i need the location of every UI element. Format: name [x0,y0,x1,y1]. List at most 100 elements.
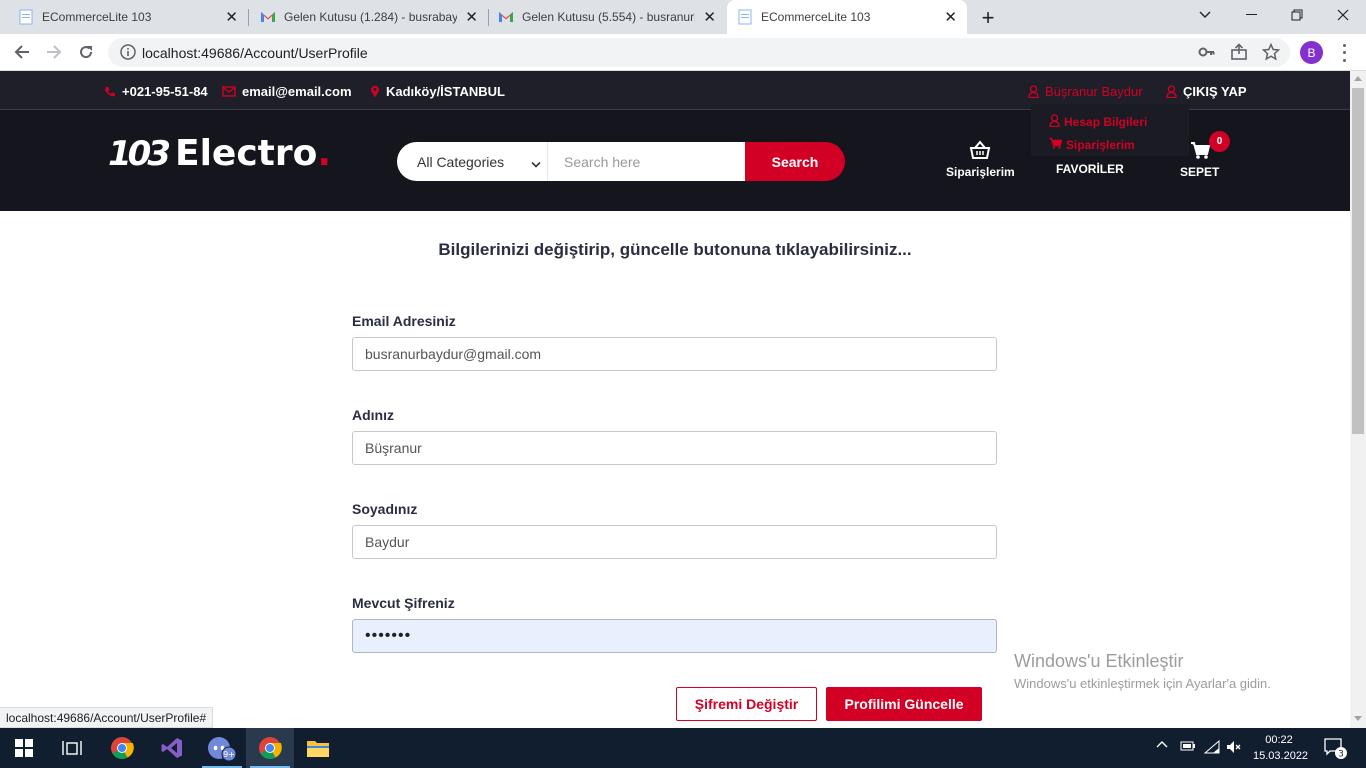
page-scrollbar[interactable] [1350,71,1366,728]
key-icon[interactable] [1198,43,1216,66]
page-icon [737,9,753,25]
chrome-active-icon[interactable] [246,728,294,768]
close-tab-icon[interactable]: ✕ [465,8,478,26]
logo-dot: . [317,133,332,174]
scroll-up-arrow[interactable] [1354,76,1362,81]
tab-title: ECommerceLite 103 [761,10,871,24]
browser-tab-active[interactable]: ECommerceLite 103 ✕ [727,0,967,34]
clock-date: 15.03.2022 [1253,750,1309,762]
notification-center-icon[interactable]: 3 [1324,738,1348,760]
profile-avatar[interactable]: B [1300,41,1323,64]
share-icon[interactable] [1230,43,1248,66]
clock-time: 00:22 [1265,734,1293,746]
search-button[interactable]: Search [745,142,845,181]
discord-icon[interactable]: 9+ [198,728,246,768]
current-password-field[interactable]: ••••••• [352,619,997,653]
tab-title: ECommerceLite 103 [42,10,152,24]
user-icon [1049,113,1060,130]
site-header: 103 Electro . All Categories Search here… [0,104,1350,211]
restore-button[interactable] [1274,0,1320,30]
site-info-icon[interactable] [120,44,136,65]
user-name: Büşranur Baydur [1045,84,1143,99]
phone-icon [104,86,116,98]
file-explorer-icon[interactable] [294,728,342,768]
last-name-field[interactable]: Baydur [352,525,997,559]
chevron-down-icon [531,156,541,172]
bookmark-star-icon[interactable] [1261,42,1281,66]
user-icon [1028,85,1039,98]
phone-number: +021-95-51-84 [122,84,208,99]
page-heading: Bilgilerinizi değiştirip, güncelle buton… [438,240,912,259]
browser-toolbar: localhost:49686/Account/UserProfile B [0,34,1366,71]
activation-title: Windows'u Etkinleştir [1014,651,1184,671]
url-text: localhost:49686/Account/UserProfile [142,45,368,61]
last-name-label: Soyadınız [352,501,418,517]
browser-tab[interactable]: Gelen Kutusu (1.284) - busrabaydur ✕ [250,0,488,34]
chrome-icon[interactable] [98,728,146,768]
battery-icon[interactable] [1180,740,1196,752]
visual-studio-icon[interactable] [148,728,196,768]
address-bar[interactable]: localhost:49686/Account/UserProfile [108,38,1290,67]
first-name-field[interactable]: Büşranur [352,431,997,465]
browser-tab-strip: ECommerceLite 103 ✕ Gelen Kutusu (1.284)… [0,0,1366,34]
location-contact[interactable]: Kadıköy/İSTANBUL [370,84,505,99]
close-tab-icon[interactable]: ✕ [703,8,716,26]
cart-icon [1190,140,1210,163]
reload-button[interactable] [74,40,98,64]
category-select[interactable]: All Categories [397,142,548,181]
favorites-label: FAVORİLER [1056,162,1124,176]
site-logo[interactable]: 103 Electro . [108,133,331,174]
basket-icon [969,140,991,163]
tab-divider [248,9,249,26]
favorites-link[interactable]: FAVORİLER [1056,162,1124,176]
browser-tab[interactable]: ECommerceLite 103 ✕ [8,0,248,34]
activation-subtitle: Windows'u etkinleştirmek için Ayarlar'a … [1014,676,1271,691]
show-hidden-icons[interactable] [1156,740,1168,748]
update-profile-button[interactable]: Profilimi Güncelle [826,687,982,721]
location-text: Kadıköy/İSTANBUL [386,84,505,99]
browser-menu-icon[interactable] [1334,42,1354,64]
close-window-button[interactable] [1320,0,1366,30]
gmail-icon [260,9,276,25]
cart-count-badge: 0 [1209,131,1230,152]
new-tab-button[interactable]: + [976,5,1000,31]
start-button[interactable] [0,728,48,768]
forward-button[interactable] [42,40,66,64]
search-input[interactable]: Search here [548,142,745,181]
change-password-button[interactable]: Şifremi Değiştir [676,687,817,721]
system-clock[interactable]: 00:22 15.03.2022 [1253,732,1309,764]
dropdown-item-account-info[interactable]: Hesap Bilgileri [1049,110,1189,133]
cart-label: SEPET [1180,165,1220,179]
close-tab-icon[interactable]: ✕ [944,8,957,26]
tab-title: Gelen Kutusu (5.554) - busranurbaydur [522,10,695,24]
email-contact[interactable]: email@email.com [222,84,352,99]
close-tab-icon[interactable]: ✕ [225,8,238,26]
user-icon [1166,85,1177,98]
discord-badge: 9+ [223,750,235,759]
scrollbar-thumb[interactable] [1352,88,1364,434]
scroll-down-arrow[interactable] [1354,716,1362,721]
page-icon [18,9,34,25]
phone-contact[interactable]: +021-95-51-84 [104,84,208,99]
email-label: Email Adresiniz [352,313,456,329]
task-view-icon[interactable] [48,728,96,768]
dropdown-item-orders[interactable]: Siparişlerim [1049,133,1189,156]
back-button[interactable] [10,40,34,64]
user-dropdown-menu: Hesap Bilgileri Siparişlerim [1031,104,1189,156]
volume-muted-icon[interactable] [1226,740,1242,754]
minimize-button[interactable] [1228,0,1274,30]
tab-search-button[interactable] [1182,0,1228,30]
orders-link[interactable]: Siparişlerim [946,140,1015,179]
web-page: +021-95-51-84 email@email.com Kadıköy/İS… [0,71,1350,728]
orders-label: Siparişlerim [946,165,1015,179]
browser-tab[interactable]: Gelen Kutusu (5.554) - busranurbaydur ✕ [488,0,726,34]
email-field[interactable]: busranurbaydur@gmail.com [352,337,997,371]
link-status-bubble: localhost:49686/Account/UserProfile# [0,707,214,728]
notification-count: 3 [1338,750,1344,760]
wifi-icon[interactable] [1204,740,1220,754]
first-name-label: Adınız [352,407,394,423]
logout-link[interactable]: ÇIKIŞ YAP [1166,84,1247,99]
search-form: All Categories Search here Search [397,142,845,181]
tab-title: Gelen Kutusu (1.284) - busrabaydur [284,10,458,24]
user-account-link[interactable]: Büşranur Baydur [1028,84,1143,99]
